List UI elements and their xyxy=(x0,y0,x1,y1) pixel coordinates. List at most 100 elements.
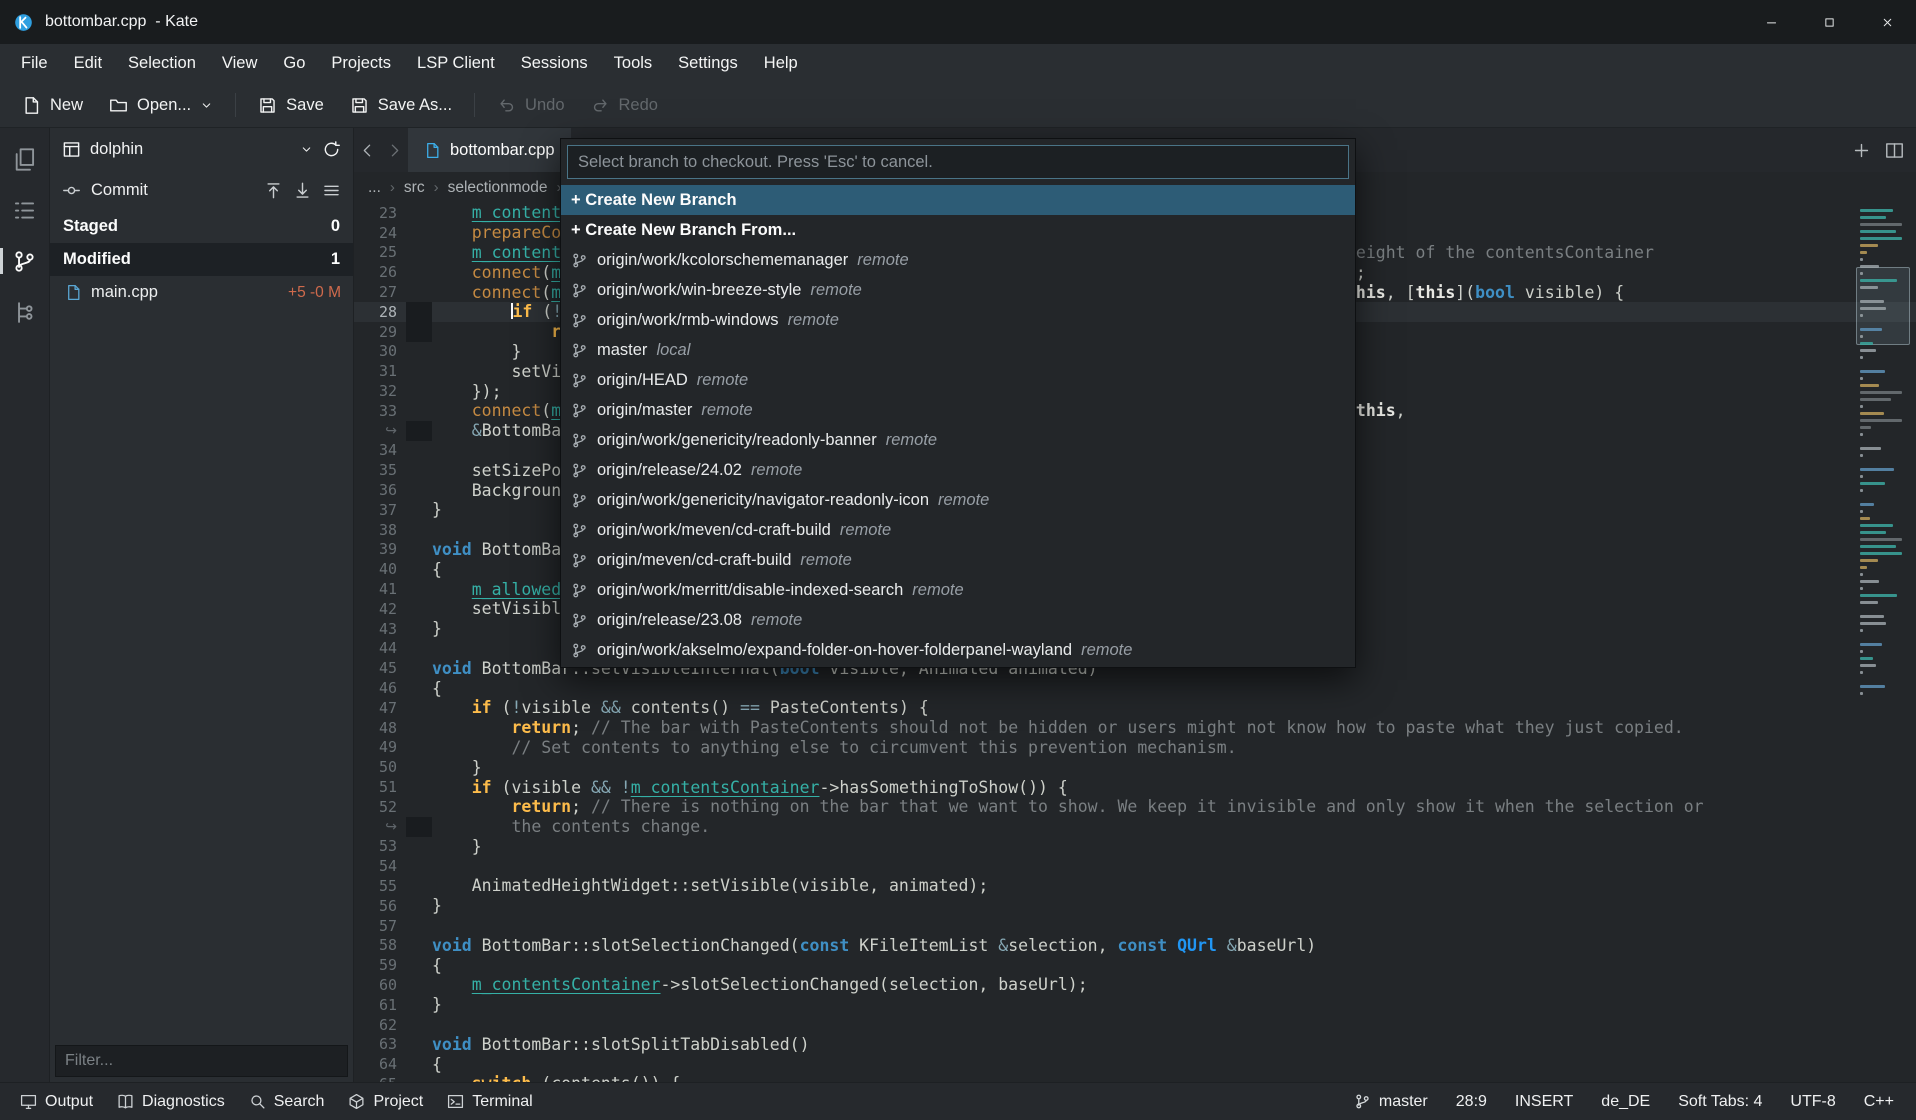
gutter xyxy=(406,817,432,837)
menu-help[interactable]: Help xyxy=(751,44,811,83)
menu-projects[interactable]: Projects xyxy=(318,44,404,83)
code-line-58[interactable]: 58void BottomBar::slotSelectionChanged(c… xyxy=(354,935,1916,955)
branch-item[interactable]: origin/work/meven/cd-craft-buildremote xyxy=(561,515,1355,545)
branch-item[interactable]: + Create New Branch From... xyxy=(561,215,1355,245)
menu-go[interactable]: Go xyxy=(270,44,318,83)
menu-lsp-client[interactable]: LSP Client xyxy=(404,44,508,83)
code-line-61[interactable]: 61} xyxy=(354,995,1916,1015)
menu-settings[interactable]: Settings xyxy=(665,44,751,83)
code-line-62[interactable]: 62 xyxy=(354,1015,1916,1035)
code-line-47[interactable]: 47 if (!visible && contents() == PasteCo… xyxy=(354,698,1916,718)
code-line-54[interactable]: 54 xyxy=(354,856,1916,876)
toolbar-save-button[interactable]: Save xyxy=(246,87,336,123)
statusbar-search-toggle[interactable]: Search xyxy=(237,1083,337,1120)
statusbar-project-toggle[interactable]: Project xyxy=(336,1083,435,1120)
git-branch-icon xyxy=(571,642,588,659)
maximize-button[interactable] xyxy=(1800,0,1858,44)
code-line-51[interactable]: 51 if (visible && !m_contentsContainer->… xyxy=(354,777,1916,797)
menu-file[interactable]: File xyxy=(8,44,61,83)
minimap-scrollbar[interactable] xyxy=(1856,205,1910,1082)
menu-view[interactable]: View xyxy=(209,44,270,83)
modified-file-row[interactable]: main.cpp +5 -0 M xyxy=(50,276,353,309)
code-line-50[interactable]: 50 } xyxy=(354,757,1916,777)
tool-git-button[interactable] xyxy=(6,244,44,278)
statusbar-diagnostics-toggle[interactable]: Diagnostics xyxy=(105,1083,237,1120)
branch-label: origin/work/akselmo/expand-folder-on-hov… xyxy=(597,641,1072,660)
commit-button[interactable]: Commit xyxy=(91,181,148,200)
statusbar-git-branch[interactable]: master xyxy=(1340,1093,1442,1111)
project-name[interactable]: dolphin xyxy=(90,140,143,159)
branch-item[interactable]: origin/meven/cd-craft-buildremote xyxy=(561,545,1355,575)
menu-tools[interactable]: Tools xyxy=(601,44,666,83)
tab-bottombar-cpp[interactable]: bottombar.cpp xyxy=(408,128,571,172)
branch-scope: remote xyxy=(938,491,989,510)
branch-item[interactable]: origin/release/23.08remote xyxy=(561,605,1355,635)
branch-item[interactable]: origin/release/24.02remote xyxy=(561,455,1355,485)
menu-edit[interactable]: Edit xyxy=(61,44,115,83)
new-tab-icon[interactable] xyxy=(1852,141,1871,160)
git-branch-icon xyxy=(571,402,588,419)
close-button[interactable] xyxy=(1858,0,1916,44)
history-back-button[interactable] xyxy=(354,128,381,172)
statusbar-encoding[interactable]: UTF-8 xyxy=(1776,1093,1849,1111)
branch-search-input[interactable] xyxy=(567,145,1349,179)
code-line-49[interactable]: 49 // Set contents to anything else to c… xyxy=(354,738,1916,758)
push-icon[interactable] xyxy=(264,181,283,200)
split-view-icon[interactable] xyxy=(1885,141,1904,160)
branch-item[interactable]: origin/work/merritt/disable-indexed-sear… xyxy=(561,575,1355,605)
breadcrumb-item[interactable]: src xyxy=(404,179,425,197)
pull-icon[interactable] xyxy=(293,181,312,200)
code-line-53[interactable]: 53 } xyxy=(354,837,1916,857)
code-line-65[interactable]: 65 switch (contents()) { xyxy=(354,1074,1916,1082)
tool-symbols-button[interactable] xyxy=(6,193,44,227)
branch-item[interactable]: + Create New Branch xyxy=(561,185,1355,215)
code-line-48[interactable]: 48 return; // The bar with PasteContents… xyxy=(354,718,1916,738)
git-menu-icon[interactable] xyxy=(322,181,341,200)
menu-selection[interactable]: Selection xyxy=(115,44,209,83)
statusbar-terminal-toggle[interactable]: Terminal xyxy=(435,1083,544,1120)
code-line-56[interactable]: 56} xyxy=(354,896,1916,916)
minimize-button[interactable] xyxy=(1742,0,1800,44)
code-line-57[interactable]: 57 xyxy=(354,916,1916,936)
statusbar-input-mode[interactable]: INSERT xyxy=(1501,1093,1587,1111)
code-line-wrap[interactable]: ↪ the contents change. xyxy=(354,817,1916,837)
branch-item[interactable]: origin/work/genericity/navigator-readonl… xyxy=(561,485,1355,515)
branch-item[interactable]: origin/HEADremote xyxy=(561,365,1355,395)
new-label: New xyxy=(50,96,83,115)
branch-item[interactable]: origin/work/genericity/readonly-bannerre… xyxy=(561,425,1355,455)
branch-item[interactable]: masterlocal xyxy=(561,335,1355,365)
branch-label: origin/work/merritt/disable-indexed-sear… xyxy=(597,581,903,600)
breadcrumb-item[interactable]: ... xyxy=(368,179,381,197)
branch-item[interactable]: origin/work/rmb-windowsremote xyxy=(561,305,1355,335)
code-line-60[interactable]: 60 m_contentsContainer->slotSelectionCha… xyxy=(354,975,1916,995)
statusbar-dictionary[interactable]: de_DE xyxy=(1587,1093,1664,1111)
statusbar-output-toggle[interactable]: Output xyxy=(8,1083,105,1120)
tool-documents-button[interactable] xyxy=(6,142,44,176)
line-number: 57 xyxy=(354,917,406,935)
code-line-59[interactable]: 59{ xyxy=(354,955,1916,975)
statusbar-highlight-mode[interactable]: C++ xyxy=(1850,1093,1908,1111)
code-line-46[interactable]: 46{ xyxy=(354,678,1916,698)
branch-item[interactable]: origin/masterremote xyxy=(561,395,1355,425)
statusbar-tab-mode[interactable]: Soft Tabs: 4 xyxy=(1664,1093,1776,1111)
menu-sessions[interactable]: Sessions xyxy=(508,44,601,83)
toolbar-new-button[interactable]: New xyxy=(10,87,95,123)
staged-row[interactable]: Staged 0 xyxy=(50,210,353,243)
branch-item[interactable]: origin/work/win-breeze-styleremote xyxy=(561,275,1355,305)
history-forward-button[interactable] xyxy=(381,128,408,172)
toolbar-open-button[interactable]: Open... xyxy=(97,87,225,123)
modified-row[interactable]: Modified 1 xyxy=(50,243,353,276)
tool-project-tree-button[interactable] xyxy=(6,295,44,329)
git-filter-input[interactable] xyxy=(55,1045,348,1077)
code-line-52[interactable]: 52 return; // There is nothing on the ba… xyxy=(354,797,1916,817)
branch-item[interactable]: origin/work/akselmo/expand-folder-on-hov… xyxy=(561,635,1355,665)
refresh-icon[interactable] xyxy=(322,140,341,159)
chevron-down-icon[interactable] xyxy=(300,143,313,156)
statusbar-cursor-position[interactable]: 28:9 xyxy=(1442,1093,1501,1111)
branch-item[interactable]: origin/work/kcolorschememanagerremote xyxy=(561,245,1355,275)
code-line-55[interactable]: 55 AnimatedHeightWidget::setVisible(visi… xyxy=(354,876,1916,896)
code-line-63[interactable]: 63void BottomBar::slotSplitTabDisabled() xyxy=(354,1034,1916,1054)
breadcrumb-item[interactable]: selectionmode xyxy=(448,179,548,197)
toolbar-save-as-button[interactable]: Save As... xyxy=(338,87,464,123)
code-line-64[interactable]: 64{ xyxy=(354,1054,1916,1074)
